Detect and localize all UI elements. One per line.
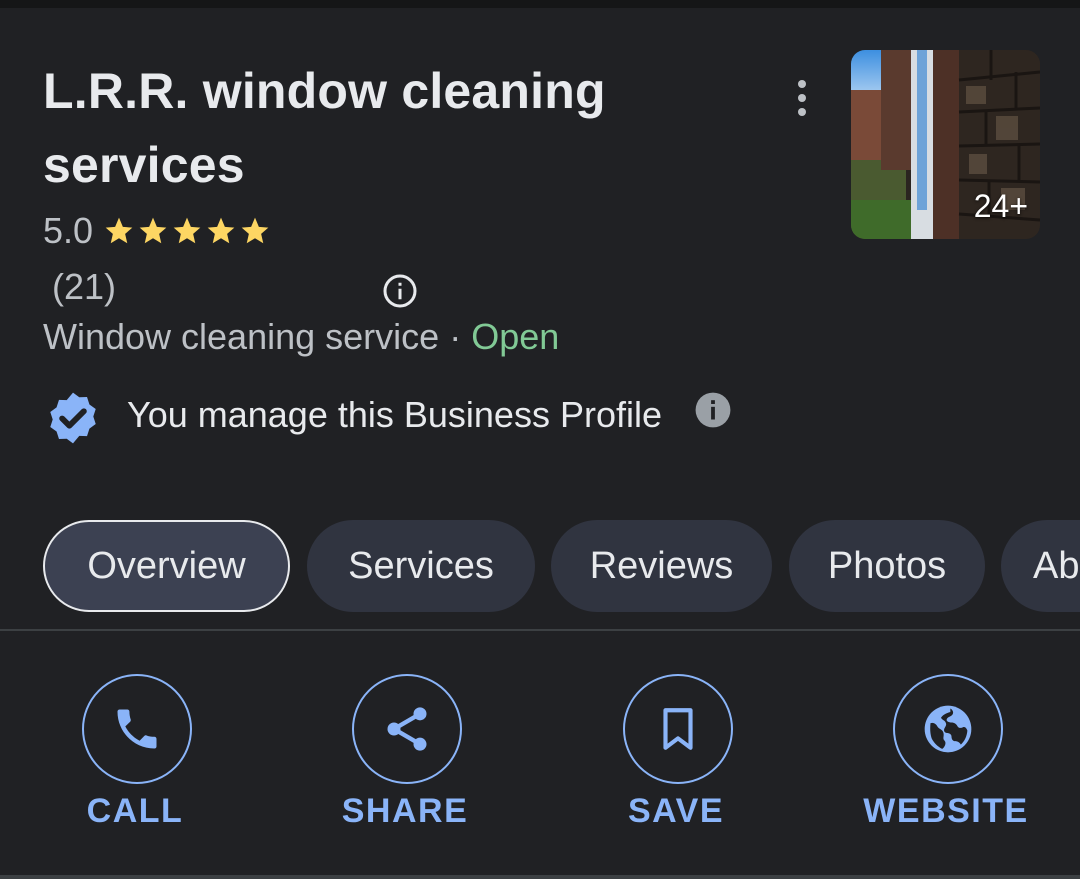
share-button[interactable]: SHARE	[312, 674, 502, 844]
manage-profile-text: You manage this Business Profile	[127, 394, 662, 435]
tab-overview[interactable]: Overview	[43, 520, 290, 612]
share-label: SHARE	[341, 792, 469, 830]
save-button[interactable]: SAVE	[583, 674, 773, 844]
tab-about[interactable]: Ab	[1001, 520, 1080, 612]
divider	[0, 629, 1080, 631]
business-category: Window cleaning service	[43, 316, 440, 357]
star-icon	[139, 217, 167, 244]
more-vert-icon[interactable]	[782, 78, 822, 118]
bookmark-icon	[663, 708, 693, 750]
tab-bar: Overview Services Reviews Photos Ab	[43, 520, 1080, 612]
info-outline-icon[interactable]	[382, 273, 418, 309]
website-label: WEBSITE	[863, 792, 1029, 830]
share-circle[interactable]	[352, 674, 462, 784]
website-button[interactable]: WEBSITE	[853, 674, 1043, 844]
save-label: SAVE	[627, 792, 725, 830]
bottom-strip	[0, 875, 1080, 879]
call-circle[interactable]	[82, 674, 192, 784]
tab-photos[interactable]: Photos	[789, 520, 985, 612]
star-rating	[103, 215, 271, 247]
tab-services[interactable]: Services	[307, 520, 535, 612]
tab-reviews[interactable]: Reviews	[551, 520, 772, 612]
save-circle[interactable]	[623, 674, 733, 784]
photo-count: 24+	[973, 188, 1028, 224]
call-label: CALL	[86, 792, 184, 830]
open-status: Open	[471, 316, 560, 357]
star-icon	[207, 217, 235, 244]
star-icon	[105, 217, 133, 244]
website-circle[interactable]	[893, 674, 1003, 784]
info-icon[interactable]	[694, 391, 732, 429]
business-name: L.R.R. window cleaning services	[43, 63, 606, 193]
verified-icon	[50, 392, 96, 444]
globe-icon	[924, 705, 972, 753]
separator: ·	[439, 316, 472, 357]
rating-value: 5.0	[43, 210, 94, 251]
top-strip	[0, 0, 1080, 8]
share-icon	[387, 707, 427, 751]
phone-icon	[117, 709, 157, 749]
star-icon	[241, 217, 269, 244]
review-count[interactable]: (21)	[52, 266, 116, 308]
call-button[interactable]: CALL	[42, 674, 232, 844]
business-photo-thumbnail[interactable]: 24+	[851, 50, 1040, 239]
star-icon	[173, 217, 201, 244]
rating-row: 5.0	[43, 210, 271, 252]
category-status-row: Window cleaning service · Open	[43, 316, 559, 358]
